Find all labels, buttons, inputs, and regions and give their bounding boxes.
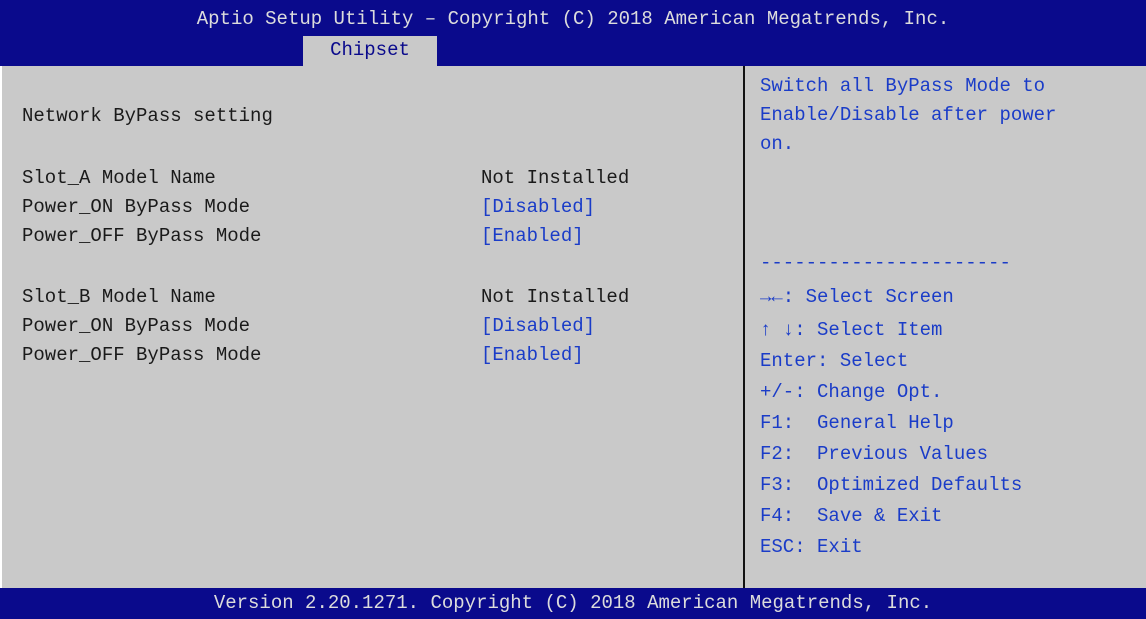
app-title: Aptio Setup Utility – Copyright (C) 2018… — [196, 8, 950, 30]
section-title: Network ByPass setting — [22, 105, 273, 127]
slot-a-power-off-label: Power_OFF ByPass Mode — [22, 225, 262, 247]
key-hint-change-opt: +/-: Change Opt. — [760, 381, 943, 403]
slot-b-model-value: Not Installed — [481, 286, 630, 308]
slot-b-power-on-option[interactable]: [Disabled] — [481, 312, 595, 341]
slot-b-model-label: Slot_B Model Name — [22, 286, 216, 308]
settings-panel: Network ByPass setting Slot_A Model Name… — [0, 66, 743, 588]
title-bar: Aptio Setup Utility – Copyright (C) 2018… — [0, 0, 1146, 66]
key-hint-f2: F2: Previous Values — [760, 443, 989, 465]
slot-a-power-on-label: Power_ON ByPass Mode — [22, 196, 251, 218]
key-hint-select-item: ↑ ↓: Select Item — [760, 319, 943, 341]
bios-screen: Aptio Setup Utility – Copyright (C) 2018… — [0, 0, 1146, 619]
help-description-line-2: Enable/Disable after power — [760, 104, 1057, 126]
key-hint-select-screen: →←: Select Screen — [760, 286, 954, 308]
help-separator: ---------------------- — [760, 252, 1011, 274]
help-description-line-3: on. — [760, 133, 795, 155]
tab-chipset[interactable]: Chipset — [303, 36, 437, 66]
slot-b-power-off-label: Power_OFF ByPass Mode — [22, 344, 262, 366]
help-panel: Switch all ByPass Mode to Enable/Disable… — [745, 66, 1146, 588]
key-hint-esc: ESC: Exit — [760, 536, 863, 558]
version-bar: Version 2.20.1271. Copyright (C) 2018 Am… — [0, 588, 1146, 619]
key-hint-f4: F4: Save & Exit — [760, 505, 943, 527]
slot-a-model-value: Not Installed — [481, 167, 630, 189]
help-description-line-1: Switch all ByPass Mode to — [760, 75, 1046, 97]
key-hint-f3: F3: Optimized Defaults — [760, 474, 1023, 496]
slot-b-power-off-option[interactable]: [Enabled] — [481, 341, 584, 370]
slot-a-power-on-option[interactable]: [Disabled] — [481, 193, 595, 222]
slot-b-power-on-label: Power_ON ByPass Mode — [22, 315, 251, 337]
key-hint-enter: Enter: Select — [760, 350, 909, 372]
slot-a-power-off-option[interactable]: [Enabled] — [481, 222, 584, 251]
slot-a-model-label: Slot_A Model Name — [22, 167, 216, 189]
key-hint-f1: F1: General Help — [760, 412, 954, 434]
